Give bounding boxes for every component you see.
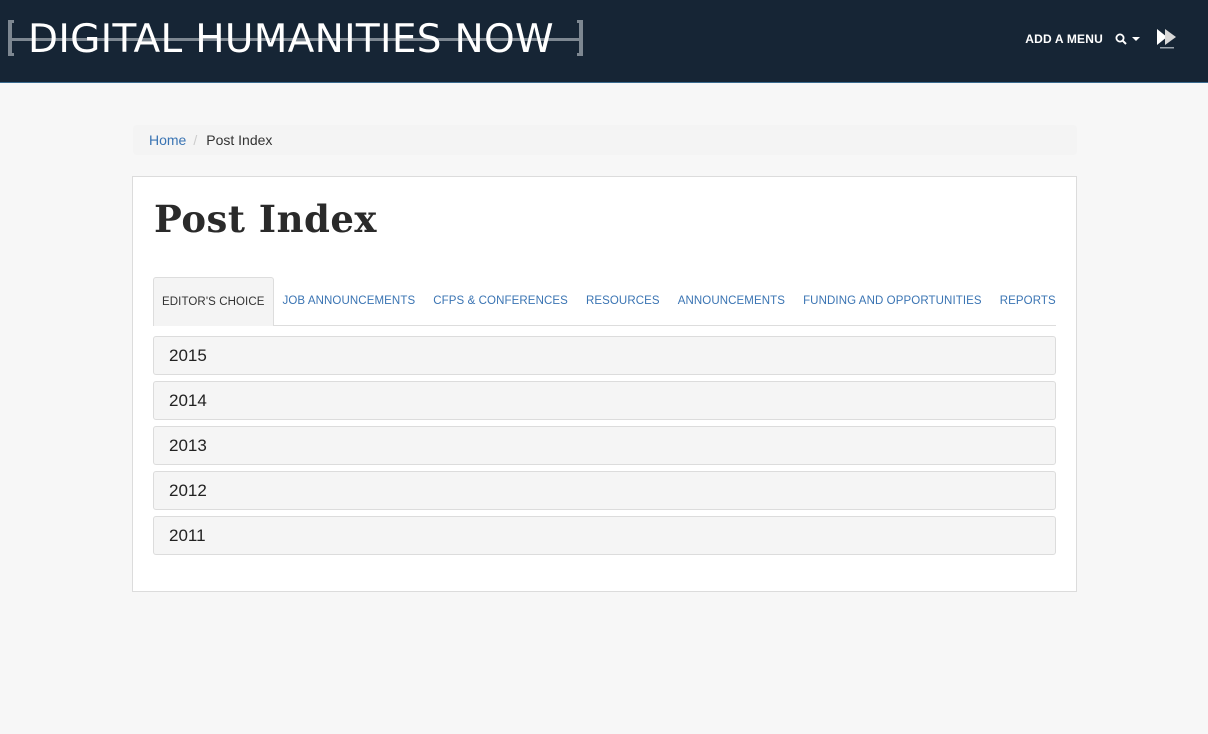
year-label: 2015	[169, 345, 207, 365]
chevron-down-icon	[1132, 37, 1140, 41]
post-index-panel: Post Index EDITOR'S CHOICE JOB ANNOUNCEM…	[132, 176, 1077, 592]
site-header: DIGITAL HUMANITIES NOW ADD A MENU	[0, 0, 1208, 83]
press-forward-icon[interactable]	[1156, 28, 1178, 50]
year-label: 2011	[169, 525, 206, 545]
breadcrumb-home-link[interactable]: Home	[149, 132, 186, 148]
search-toggle[interactable]	[1115, 33, 1140, 45]
year-panel-2011[interactable]: 2011	[153, 516, 1056, 555]
year-accordion: 2015 2014 2013 2012 2011	[153, 336, 1056, 561]
search-icon	[1115, 33, 1127, 45]
add-menu-link[interactable]: ADD A MENU	[1025, 32, 1103, 46]
logo-text: DIGITAL HUMANITIES NOW	[28, 17, 554, 62]
tab-funding-opportunities[interactable]: FUNDING AND OPPORTUNITIES	[794, 277, 991, 325]
year-panel-2015[interactable]: 2015	[153, 336, 1056, 375]
year-panel-2012[interactable]: 2012	[153, 471, 1056, 510]
tab-editors-choice[interactable]: EDITOR'S CHOICE	[153, 277, 274, 326]
year-label: 2014	[169, 390, 207, 410]
header-nav: ADD A MENU	[1025, 28, 1178, 50]
year-panel-2014[interactable]: 2014	[153, 381, 1056, 420]
site-logo[interactable]: DIGITAL HUMANITIES NOW	[8, 17, 583, 62]
tab-cfps-conferences[interactable]: CFPS & CONFERENCES	[424, 277, 577, 325]
tab-reports[interactable]: REPORTS	[991, 277, 1065, 325]
year-panel-2013[interactable]: 2013	[153, 426, 1056, 465]
tab-resources[interactable]: RESOURCES	[577, 277, 669, 325]
breadcrumb: Home / Post Index	[133, 125, 1077, 155]
page-title: Post Index	[154, 197, 377, 241]
tab-job-announcements[interactable]: JOB ANNOUNCEMENTS	[274, 277, 425, 325]
breadcrumb-current: Post Index	[206, 132, 273, 148]
category-tabs: EDITOR'S CHOICE JOB ANNOUNCEMENTS CFPS &…	[153, 272, 1056, 326]
year-label: 2012	[169, 480, 207, 500]
year-label: 2013	[169, 435, 207, 455]
tab-announcements[interactable]: ANNOUNCEMENTS	[669, 277, 794, 325]
breadcrumb-separator: /	[193, 132, 198, 148]
